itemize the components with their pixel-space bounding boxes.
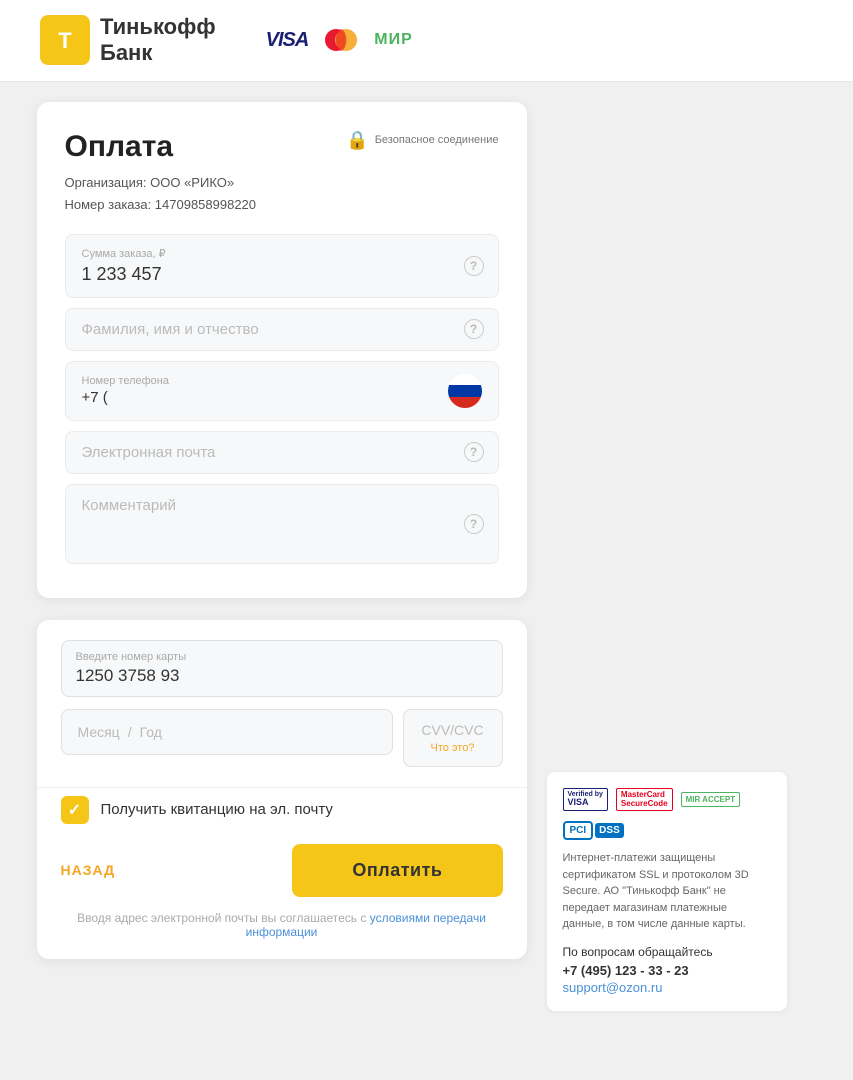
order-label: Номер заказа: 14709858998220 [65, 194, 499, 216]
name-help-icon[interactable]: ? [464, 319, 484, 339]
amount-value: 1 233 457 [82, 264, 482, 285]
action-row: НАЗАД Оплатить [61, 844, 503, 897]
mc-secure-badge: MasterCard SecureCode [616, 788, 673, 812]
card-expiry-field[interactable]: Месяц / Год [61, 709, 393, 755]
amount-field[interactable]: Сумма заказа, ₽ 1 233 457 ? [65, 234, 499, 298]
card-number-field[interactable]: Введите номер карты 1250 3758 93 [61, 640, 503, 697]
amount-field-label: Сумма заказа, ₽ [82, 247, 482, 260]
back-button[interactable]: НАЗАД [61, 862, 116, 878]
payment-form-card: Оплата 🔒 Безопасное соединение Организац… [37, 102, 527, 598]
contact-email[interactable]: support@ozon.ru [563, 980, 771, 995]
contact-title: По вопросам обращайтесь [563, 945, 771, 959]
cvv-label: CVV/CVC [418, 722, 488, 738]
org-info: Организация: ООО «РИКО» Номер заказа: 14… [65, 172, 499, 216]
receipt-label: Получить квитанцию на эл. почту [101, 801, 333, 818]
card-year: Год [140, 724, 162, 740]
tinkoff-logo-icon: Т [40, 15, 90, 65]
right-info: Verified by VISA MasterCard SecureCode M… [547, 102, 787, 1011]
phone-value: +7 ( [82, 389, 169, 406]
svg-text:Т: Т [58, 28, 72, 53]
card-bottom-row: Месяц / Год CVV/CVC Что это? [61, 709, 503, 767]
logo-area: Т Тинькофф Банк [40, 14, 216, 67]
payment-title: Оплата [65, 130, 174, 164]
card-form-inner: Введите номер карты 1250 3758 93 Месяц /… [37, 620, 527, 787]
cvv-field[interactable]: CVV/CVC Что это? [403, 709, 503, 767]
pay-button[interactable]: Оплатить [292, 844, 502, 897]
phone-label: Номер телефона [82, 375, 169, 387]
main-content: Оплата 🔒 Безопасное соединение Организац… [37, 102, 817, 1011]
terms-text: Вводя адрес электронной почты вы соглаша… [61, 911, 503, 939]
card-number-value: 1250 3758 93 [76, 666, 488, 686]
lock-icon: 🔒 [346, 130, 368, 151]
card-header: Оплата 🔒 Безопасное соединение [65, 130, 499, 164]
name-field[interactable]: Фамилия, имя и отчество ? [65, 308, 499, 351]
comment-help-icon[interactable]: ? [464, 514, 484, 534]
verified-visa-badge: Verified by VISA [563, 788, 608, 812]
security-description: Интернет-платежи защищены сертификатом S… [563, 850, 771, 933]
amount-help-icon[interactable]: ? [464, 256, 484, 276]
left-column: Оплата 🔒 Безопасное соединение Организац… [37, 102, 527, 959]
name-placeholder: Фамилия, имя и отчество [82, 321, 482, 338]
payment-systems: VISA МИР [266, 28, 413, 52]
mastercard-logo [322, 28, 360, 52]
receipt-row: ✓ Получить квитанцию на эл. почту [61, 796, 503, 824]
cvv-hint[interactable]: Что это? [418, 742, 488, 754]
russia-flag-icon[interactable] [448, 374, 482, 408]
comment-placeholder: Комментарий [82, 497, 482, 514]
security-logos: Verified by VISA MasterCard SecureCode M… [547, 772, 787, 1011]
card-month: Месяц [78, 724, 120, 740]
logo-text: Тинькофф Банк [100, 14, 216, 67]
email-help-icon[interactable]: ? [464, 442, 484, 462]
header: Т Тинькофф Банк VISA МИР [0, 0, 853, 82]
cert-logo-row: Verified by VISA MasterCard SecureCode M… [563, 788, 771, 812]
secure-badge: 🔒 Безопасное соединение [346, 130, 498, 151]
phone-field[interactable]: Номер телефона +7 ( [65, 361, 499, 421]
pci-dss-badge: PCI DSS [563, 821, 771, 840]
visa-logo: VISA [266, 29, 309, 52]
terms-prefix: Вводя адрес электронной почты вы соглаша… [77, 911, 370, 925]
receipt-checkbox[interactable]: ✓ [61, 796, 89, 824]
card-input-card: Введите номер карты 1250 3758 93 Месяц /… [37, 620, 527, 959]
email-placeholder: Электронная почта [82, 444, 482, 461]
mir-accept-badge: MIR ACCEPT [681, 792, 740, 807]
phone-left: Номер телефона +7 ( [82, 375, 169, 406]
contact-phone: +7 (495) 123 - 33 - 23 [563, 963, 771, 978]
mir-logo: МИР [374, 31, 413, 49]
bottom-actions: ✓ Получить квитанцию на эл. почту НАЗАД … [37, 787, 527, 959]
card-number-label: Введите номер карты [76, 651, 488, 663]
email-field[interactable]: Электронная почта ? [65, 431, 499, 474]
org-label: Организация: ООО «РИКО» [65, 172, 499, 194]
comment-field[interactable]: Комментарий ? [65, 484, 499, 564]
